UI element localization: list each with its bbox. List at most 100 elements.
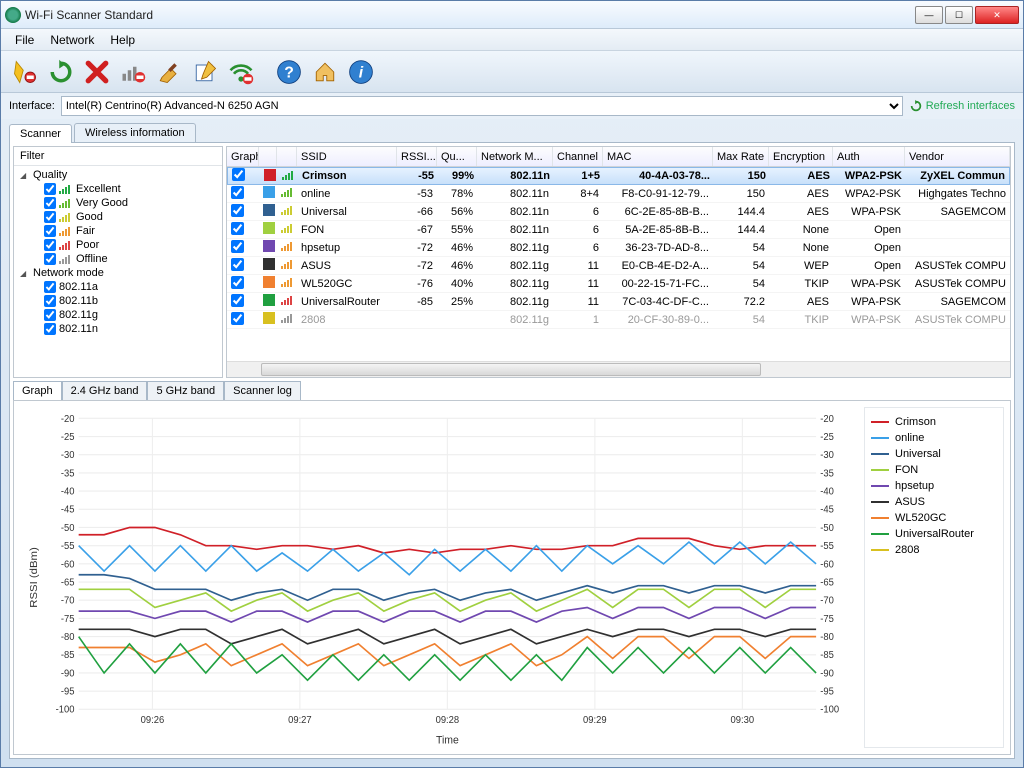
filter-checkbox[interactable] (44, 197, 56, 209)
svg-text:-90: -90 (61, 668, 75, 679)
color-swatch (264, 169, 276, 181)
minimize-button[interactable]: — (915, 6, 943, 24)
svg-text:-75: -75 (820, 614, 834, 625)
tree-group-mode[interactable]: ◢Network mode (16, 266, 220, 280)
filter-checkbox[interactable] (44, 309, 56, 321)
tab-wireless-info[interactable]: Wireless information (74, 123, 196, 142)
svg-text:-45: -45 (820, 504, 834, 515)
network-row[interactable]: WL520GC-7640%802.11g1100-22-15-71-FC...5… (227, 275, 1010, 293)
filter-mode-item[interactable]: 802.11n (16, 322, 220, 336)
graph-checkbox[interactable] (231, 276, 244, 289)
legend-item[interactable]: hpsetup (871, 478, 997, 494)
tab-5ghz[interactable]: 5 GHz band (147, 381, 224, 400)
network-row[interactable]: 2808802.11g120-CF-30-89-0...54TKIPWPA-PS… (227, 311, 1010, 329)
filter-checkbox[interactable] (44, 239, 56, 251)
graph-checkbox[interactable] (231, 258, 244, 271)
clear-button[interactable] (153, 56, 185, 88)
signal-stop-button[interactable] (117, 56, 149, 88)
filter-checkbox[interactable] (44, 225, 56, 237)
legend-item[interactable]: UniversalRouter (871, 526, 997, 542)
tab-scanner-log[interactable]: Scanner log (224, 381, 301, 400)
color-swatch (263, 294, 275, 306)
legend-item[interactable]: 2808 (871, 542, 997, 558)
graph-checkbox[interactable] (232, 168, 245, 181)
network-row[interactable]: Universal-6656%802.11n66C-2E-85-8B-B...1… (227, 203, 1010, 221)
filter-mode-item[interactable]: 802.11g (16, 308, 220, 322)
legend-item[interactable]: online (871, 430, 997, 446)
filter-quality-item[interactable]: Offline (16, 252, 220, 266)
filter-quality-item[interactable]: Fair (16, 224, 220, 238)
network-row[interactable]: hpsetup-7246%802.11g636-23-7D-AD-8...54N… (227, 239, 1010, 257)
tab-24ghz[interactable]: 2.4 GHz band (62, 381, 148, 400)
graph-checkbox[interactable] (231, 294, 244, 307)
grid-hscrollbar[interactable] (227, 361, 1010, 377)
home-button[interactable] (309, 56, 341, 88)
graph-checkbox[interactable] (231, 186, 244, 199)
menu-help[interactable]: Help (102, 31, 143, 49)
legend-item[interactable]: FON (871, 462, 997, 478)
svg-text:-20: -20 (820, 413, 834, 424)
wifi-stop-button[interactable] (225, 56, 257, 88)
app-icon (5, 7, 21, 23)
tab-scanner[interactable]: Scanner (9, 124, 72, 143)
graph-checkbox[interactable] (231, 204, 244, 217)
svg-text:-65: -65 (61, 577, 75, 588)
menu-file[interactable]: File (7, 31, 42, 49)
filter-checkbox[interactable] (44, 253, 56, 265)
tree-group-quality[interactable]: ◢Quality (16, 168, 220, 182)
tab-graph[interactable]: Graph (13, 381, 62, 400)
titlebar[interactable]: Wi-Fi Scanner Standard — ☐ ✕ (1, 1, 1023, 29)
filter-tree[interactable]: ◢Quality ExcellentVery GoodGoodFairPoorO… (14, 166, 222, 377)
filter-checkbox[interactable] (44, 295, 56, 307)
filter-mode-item[interactable]: 802.11a (16, 280, 220, 294)
filter-quality-item[interactable]: Good (16, 210, 220, 224)
refresh-interfaces-link[interactable]: Refresh interfaces (909, 99, 1015, 113)
svg-text:09:26: 09:26 (141, 715, 165, 726)
stop-scan-button[interactable] (9, 56, 41, 88)
filter-quality-item[interactable]: Poor (16, 238, 220, 252)
info-button[interactable]: i (345, 56, 377, 88)
filter-checkbox[interactable] (44, 183, 56, 195)
filter-quality-item[interactable]: Excellent (16, 182, 220, 196)
edit-button[interactable] (189, 56, 221, 88)
grid-header[interactable]: Graph SSID RSSI... Qu... Network M... Ch… (227, 147, 1010, 167)
chart-legend: CrimsononlineUniversalFONhpsetupASUSWL52… (864, 407, 1004, 748)
legend-item[interactable]: ASUS (871, 494, 997, 510)
svg-text:-80: -80 (61, 632, 75, 643)
legend-item[interactable]: Universal (871, 446, 997, 462)
signal-icon (59, 184, 73, 194)
filter-checkbox[interactable] (44, 323, 56, 335)
legend-item[interactable]: WL520GC (871, 510, 997, 526)
interface-row: Interface: Intel(R) Centrino(R) Advanced… (1, 93, 1023, 119)
menu-network[interactable]: Network (42, 31, 102, 49)
graph-checkbox[interactable] (231, 312, 244, 325)
signal-icon (281, 223, 295, 233)
legend-item[interactable]: Crimson (871, 414, 997, 430)
network-row[interactable]: FON-6755%802.11n65A-2E-85-8B-B...144.4No… (227, 221, 1010, 239)
filter-mode-item[interactable]: 802.11b (16, 294, 220, 308)
legend-swatch (871, 549, 889, 551)
close-button[interactable]: ✕ (975, 6, 1019, 24)
color-swatch (263, 186, 275, 198)
filter-quality-item[interactable]: Very Good (16, 196, 220, 210)
network-row[interactable]: UniversalRouter-8525%802.11g117C-03-4C-D… (227, 293, 1010, 311)
svg-text:-30: -30 (820, 450, 834, 461)
maximize-button[interactable]: ☐ (945, 6, 973, 24)
delete-button[interactable] (81, 56, 113, 88)
refresh-button[interactable] (45, 56, 77, 88)
interface-select[interactable]: Intel(R) Centrino(R) Advanced-N 6250 AGN (61, 96, 903, 116)
network-row[interactable]: ASUS-7246%802.11g11E0-CB-4E-D2-A...54WEP… (227, 257, 1010, 275)
network-row[interactable]: online-5378%802.11n8+4F8-C0-91-12-79...1… (227, 185, 1010, 203)
signal-icon (281, 205, 295, 215)
color-swatch (263, 222, 275, 234)
help-button[interactable]: ? (273, 56, 305, 88)
filter-checkbox[interactable] (44, 211, 56, 223)
graph-checkbox[interactable] (231, 222, 244, 235)
filter-checkbox[interactable] (44, 281, 56, 293)
content-area: Filter ◢Quality ExcellentVery GoodGoodFa… (9, 142, 1015, 759)
graph-checkbox[interactable] (231, 240, 244, 253)
svg-text:-30: -30 (61, 450, 75, 461)
svg-text:09:30: 09:30 (731, 715, 755, 726)
legend-swatch (871, 533, 889, 535)
network-row[interactable]: Crimson-5599%802.11n1+540-4A-03-78...150… (227, 167, 1010, 185)
